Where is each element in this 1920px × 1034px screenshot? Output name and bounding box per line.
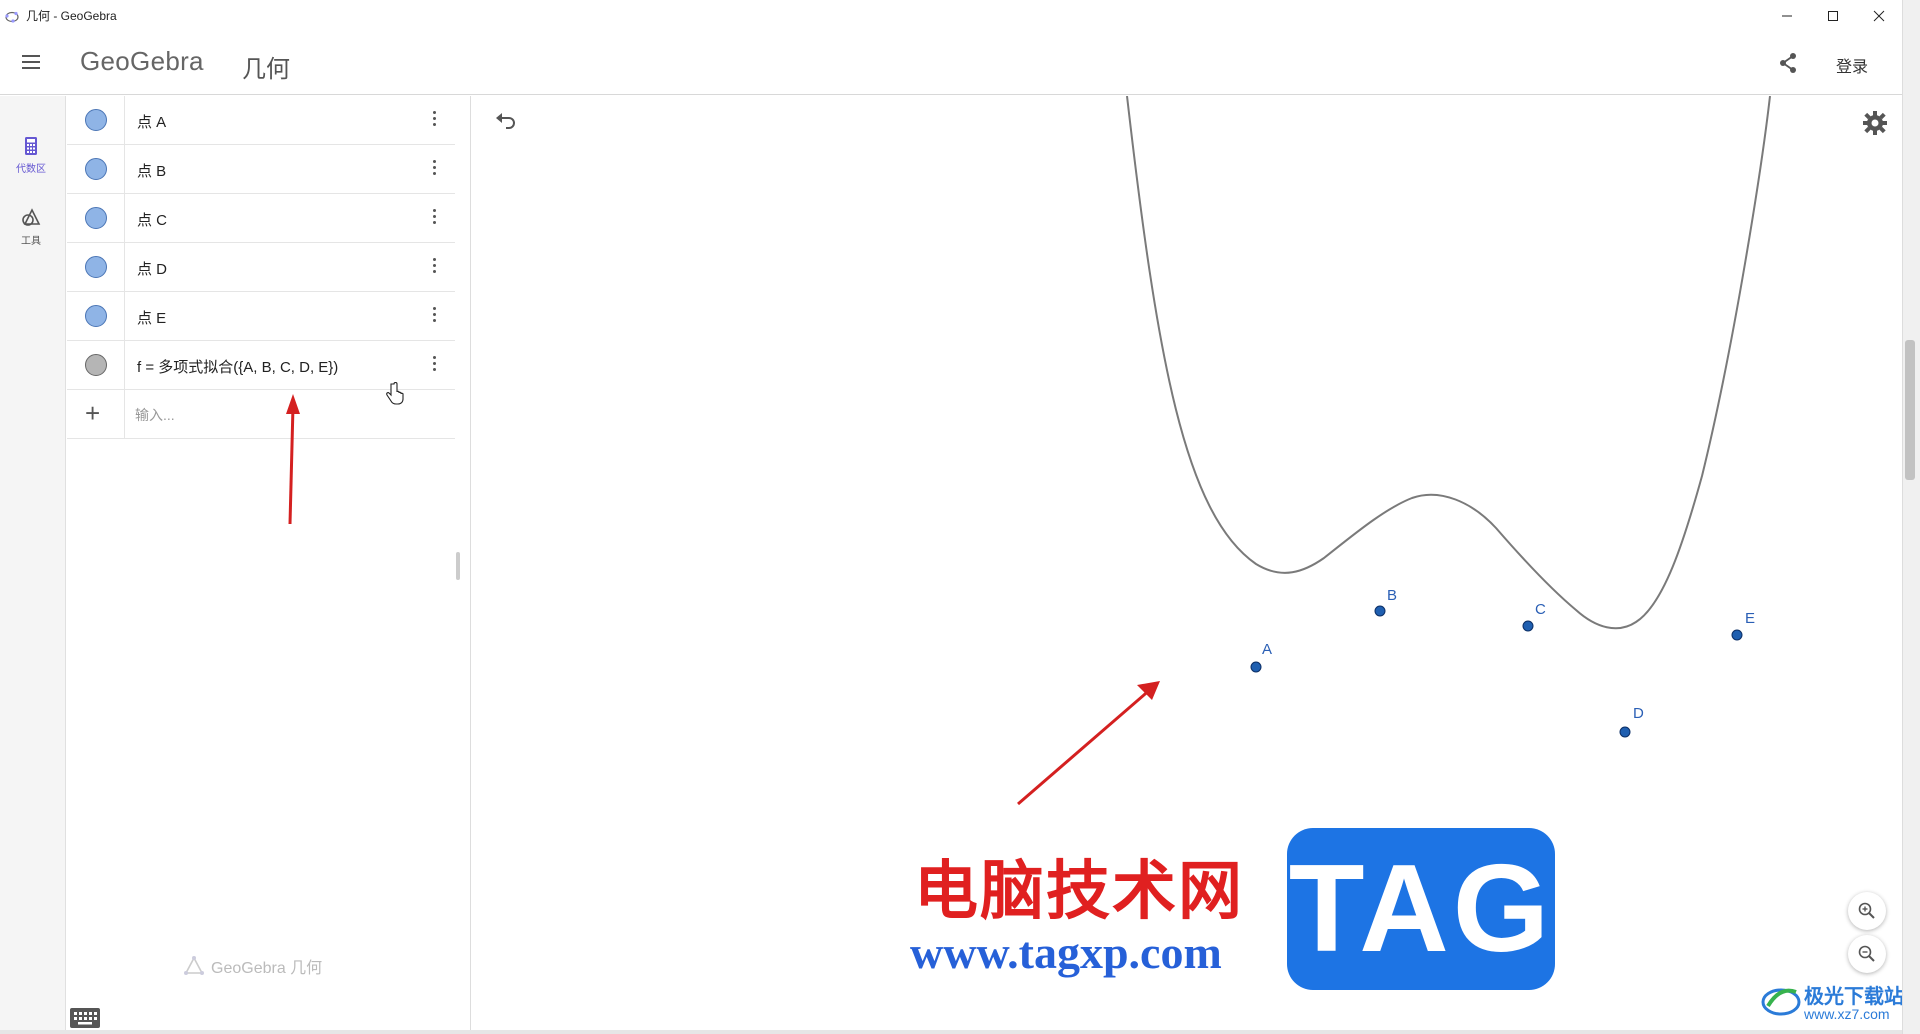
algebra-input[interactable]: 输入... xyxy=(135,405,175,425)
visibility-toggle[interactable] xyxy=(85,109,107,131)
visibility-toggle[interactable] xyxy=(85,158,107,180)
footer-text: GeoGebra 几何 xyxy=(211,960,323,977)
algebra-row-text[interactable]: 点 E xyxy=(137,307,166,328)
point-label-D: D xyxy=(1633,705,1644,722)
visibility-toggle[interactable] xyxy=(85,207,107,229)
brand-logo: GeoGebra xyxy=(80,46,204,76)
algebra-row-text[interactable]: 点 A xyxy=(137,111,166,132)
calculator-icon xyxy=(25,137,37,155)
algebra-row-text[interactable]: 点 C xyxy=(137,209,167,230)
minimize-button[interactable] xyxy=(1764,0,1810,31)
point-D[interactable]: D xyxy=(1619,705,1644,738)
visibility-toggle[interactable] xyxy=(85,354,107,376)
geogebra-logo-icon xyxy=(5,11,19,23)
site-url: www.xz7.com xyxy=(1804,1006,1890,1022)
app-window: 几何 - GeoGebra GeoGebra 几何 登录 代数区 工具 点 A … xyxy=(0,0,1920,1034)
point-label-A: A xyxy=(1262,641,1272,658)
point-C[interactable]: C xyxy=(1522,601,1546,632)
more-vert-icon[interactable] xyxy=(425,353,443,377)
site-name: 极光下载站 xyxy=(1804,986,1904,1008)
more-vert-icon[interactable] xyxy=(425,304,443,328)
zoom-in-icon xyxy=(1858,902,1875,919)
algebra-row[interactable]: 点 D xyxy=(67,243,455,292)
annotation-arrow-diag xyxy=(1017,686,1153,806)
plus-icon[interactable]: + xyxy=(85,398,100,429)
point-A[interactable]: A xyxy=(1250,641,1272,673)
maximize-button[interactable] xyxy=(1810,0,1856,31)
more-vert-icon[interactable] xyxy=(425,157,443,181)
keyboard-icon xyxy=(74,1012,97,1025)
watermark-tag-logo: TAG xyxy=(1287,828,1555,990)
point-label-C: C xyxy=(1535,601,1546,618)
function-curve-f[interactable] xyxy=(1126,96,1771,630)
rail-item-algebra[interactable]: 代数区 xyxy=(0,134,62,175)
point-label-B: B xyxy=(1387,587,1397,604)
tools-icon xyxy=(22,208,41,226)
share-icon[interactable] xyxy=(1774,49,1802,77)
point-label-E: E xyxy=(1745,610,1755,627)
title-bar: 几何 - GeoGebra xyxy=(0,0,1902,31)
login-button[interactable]: 登录 xyxy=(1836,53,1868,77)
rail-label-algebra: 代数区 xyxy=(16,164,46,175)
hamburger-icon xyxy=(22,55,40,57)
panel-resize-handle[interactable] xyxy=(456,552,460,580)
hand-cursor-icon xyxy=(386,382,404,405)
algebra-row-text[interactable]: f = 多项式拟合({A, B, C, D, E}) xyxy=(137,356,338,377)
app-name: 几何 xyxy=(242,56,290,83)
algebra-panel: 点 A 点 B 点 C 点 D 点 E f = 多项式拟合({A, B, C, … xyxy=(67,96,471,1034)
rail-item-tools[interactable]: 工具 xyxy=(0,206,62,247)
site-logo-icon xyxy=(1761,988,1801,1016)
bottom-border xyxy=(0,1030,1902,1034)
minimize-icon xyxy=(1782,15,1792,16)
keyboard-button[interactable] xyxy=(70,1008,100,1028)
point-B[interactable]: B xyxy=(1374,587,1397,617)
app-header: GeoGebra 几何 登录 xyxy=(0,31,1902,95)
algebra-row[interactable]: 点 A xyxy=(67,96,455,145)
panel-footer: GeoGebra 几何 xyxy=(183,954,322,978)
window-title: 几何 - GeoGebra xyxy=(26,9,117,23)
watermark-cn: 电脑技术网 xyxy=(914,855,1244,929)
geogebra-logo-icon xyxy=(184,956,204,975)
point-E[interactable]: E xyxy=(1731,610,1755,641)
close-icon xyxy=(1873,10,1885,21)
watermark-site: 极光下载站 www.xz7.com xyxy=(1760,980,1904,1025)
visibility-toggle[interactable] xyxy=(85,305,107,327)
annotation-arrow-up xyxy=(286,394,300,525)
close-button[interactable] xyxy=(1856,0,1902,31)
algebra-row-text[interactable]: 点 B xyxy=(137,160,166,181)
main-menu-button[interactable] xyxy=(16,51,46,75)
watermark-url: www.tagxp.com xyxy=(910,927,1222,978)
algebra-row[interactable]: 点 B xyxy=(67,145,455,194)
more-vert-icon[interactable] xyxy=(425,255,443,279)
visibility-toggle[interactable] xyxy=(85,256,107,278)
algebra-row-text[interactable]: 点 D xyxy=(137,258,167,279)
zoom-in-button[interactable] xyxy=(1848,892,1886,930)
algebra-row[interactable]: 点 E xyxy=(67,292,455,341)
rail-label-tools: 工具 xyxy=(21,236,41,247)
more-vert-icon[interactable] xyxy=(425,206,443,230)
maximize-icon xyxy=(1828,10,1838,21)
window-controls xyxy=(1764,0,1902,31)
window-edge-strip xyxy=(1902,0,1920,1034)
view-switcher-rail: 代数区 工具 xyxy=(0,96,66,1034)
scrollbar-thumb[interactable] xyxy=(1905,340,1915,480)
zoom-out-button[interactable] xyxy=(1848,935,1886,973)
zoom-out-icon xyxy=(1858,945,1875,962)
more-vert-icon[interactable] xyxy=(425,108,443,132)
algebra-row[interactable]: 点 C xyxy=(67,194,455,243)
